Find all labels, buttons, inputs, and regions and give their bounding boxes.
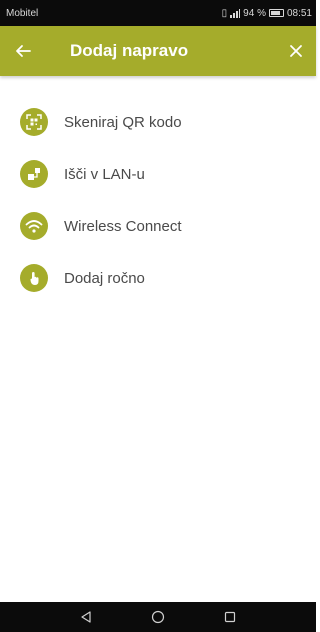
status-bar: Mobitel ▯ 94 % 08:51 — [0, 0, 316, 26]
close-button[interactable] — [276, 26, 316, 76]
back-button[interactable] — [0, 26, 46, 76]
close-icon — [290, 45, 302, 57]
signal-icon — [230, 8, 241, 18]
wifi-icon — [20, 212, 48, 240]
clock: 08:51 — [286, 7, 312, 19]
page-title: Dodaj napravo — [70, 41, 189, 60]
arrow-left-icon — [16, 45, 31, 57]
lan-search-icon — [20, 160, 48, 188]
battery-icon — [268, 9, 284, 17]
nav-back-button[interactable] — [76, 607, 96, 627]
menu-item-label: Išči v LAN-u — [64, 165, 145, 183]
screen: Mobitel ▯ 94 % 08:51 Dodaj napravo Skeni… — [0, 0, 316, 632]
menu-item-lan-search[interactable]: Išči v LAN-u — [0, 148, 316, 200]
battery-percent: 94 % — [243, 7, 266, 19]
hand-touch-icon — [20, 264, 48, 292]
system-nav-bar — [0, 602, 316, 632]
status-indicators: ▯ 94 % 08:51 — [222, 8, 312, 19]
menu-item-label: Wireless Connect — [64, 217, 182, 235]
menu-item-label: Dodaj ročno — [64, 269, 145, 287]
vibrate-icon: ▯ — [221, 7, 228, 19]
menu-item-add-manually[interactable]: Dodaj ročno — [0, 252, 316, 304]
recents-square-icon — [224, 611, 236, 623]
menu-item-wireless-connect[interactable]: Wireless Connect — [0, 200, 316, 252]
nav-recents-button[interactable] — [220, 607, 240, 627]
menu-item-label: Skeniraj QR kodo — [64, 113, 182, 131]
menu-item-scan-qr[interactable]: Skeniraj QR kodo — [0, 96, 316, 148]
qr-scan-icon — [20, 108, 48, 136]
carrier-label: Mobitel — [6, 7, 39, 19]
home-circle-icon — [151, 610, 165, 624]
nav-home-button[interactable] — [148, 607, 168, 627]
app-bar: Dodaj napravo — [0, 26, 316, 76]
add-device-options: Skeniraj QR kodo Išči v LAN-u Wireless C… — [0, 96, 316, 304]
back-triangle-icon — [81, 611, 91, 623]
